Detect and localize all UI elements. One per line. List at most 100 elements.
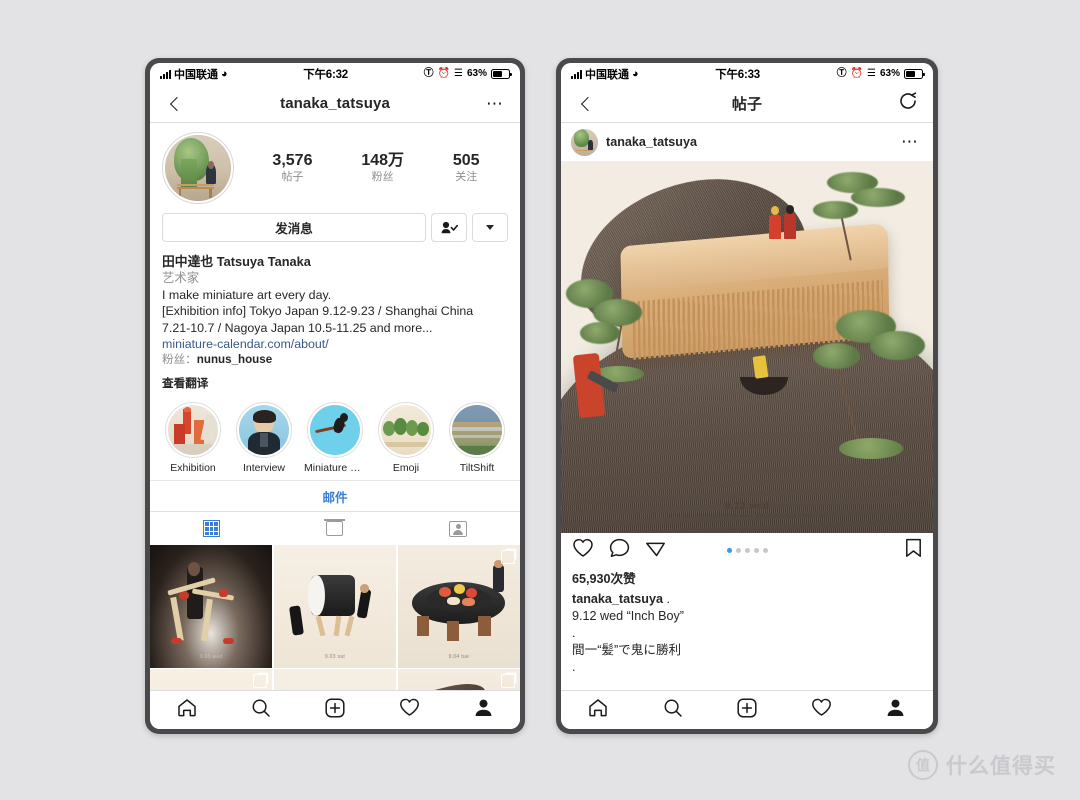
stat-following[interactable]: 505 关注: [453, 151, 480, 185]
tabbar-home[interactable]: [561, 698, 635, 722]
grid-cell[interactable]: 9.03 sat: [273, 545, 397, 668]
right-bottom-tabbar: [561, 690, 933, 729]
artwork-day: wed: [749, 501, 770, 513]
stat-followers[interactable]: 148万 粉丝: [361, 151, 404, 185]
grid-cell[interactable]: [150, 669, 273, 690]
alarm-icon: ⏰: [850, 68, 864, 79]
grid-icon: [203, 520, 221, 538]
profile-bio: 田中達也 Tatsuya Tanaka 艺术家 I make miniature…: [150, 242, 520, 392]
caption-line-1: .: [666, 592, 671, 606]
post-author-avatar[interactable]: [571, 128, 598, 156]
watermark: 值 什么值得买: [908, 750, 1056, 780]
caption-line-2: 9.12 wed “Inch Boy”: [572, 609, 685, 623]
left-bottom-tabbar: [150, 690, 520, 729]
grid-thumbnail-caption: 9.03 sat: [324, 654, 346, 661]
tabbar-profile[interactable]: [446, 698, 520, 722]
right-scroll-body[interactable]: tanaka_tatsuya ⋯ 9.12 wed MINIATURE CALE…: [561, 123, 933, 690]
email-button[interactable]: 邮件: [150, 480, 520, 511]
back-chevron-icon: [169, 96, 184, 111]
bio-line-2: [Exhibition info] Tokyo Japan 9.12-9.23 …: [162, 304, 474, 319]
home-icon: [177, 698, 197, 722]
grid-thumbnail: 9.04 tue: [397, 545, 520, 668]
page-title: 帖子: [731, 96, 763, 113]
tabbar-add-post[interactable]: [298, 697, 372, 723]
tagged-person-icon: [449, 520, 468, 537]
battery-icon: [491, 69, 512, 79]
post-image[interactable]: 9.12 wed MINIATURE CALENDAR www.miniatur…: [561, 161, 933, 533]
highlight-tiltshift[interactable]: TiltShift: [446, 402, 508, 474]
add-post-icon: [325, 697, 345, 723]
highlight-exhibition[interactable]: Exhibition: [162, 402, 224, 474]
caption-line-4: 間一“髪”で鬼に勝利: [572, 643, 682, 657]
artwork-subcaption: MINIATURE CALENDAR www.miniature-calenda…: [670, 513, 824, 519]
refresh-icon: [898, 91, 918, 116]
miniature-artwork: 9.12 wed MINIATURE CALENDAR www.miniatur…: [561, 161, 933, 533]
more-options-button[interactable]: ⋯: [482, 93, 508, 113]
post-header: tanaka_tatsuya ⋯: [561, 123, 933, 161]
bookmark-icon[interactable]: [905, 538, 922, 563]
highlight-interview[interactable]: Interview: [233, 402, 295, 474]
phone-left: 中国联通 ◕ 下午6:32 Ⓣ ⏰ ☰ 63% tanaka_tatsuya ⋯: [145, 58, 525, 734]
highlight-miniature-go[interactable]: Miniature GO: [304, 402, 366, 474]
tabbar-search[interactable]: [224, 698, 298, 723]
profile-avatar[interactable]: [162, 132, 234, 204]
post-more-button[interactable]: ⋯: [897, 132, 923, 151]
ellipsis-icon: ⋯: [901, 132, 919, 151]
carousel-badge-icon: [253, 671, 271, 689]
grid-cell[interactable]: 9.04 tue: [397, 545, 520, 668]
like-heart-icon[interactable]: [572, 538, 594, 563]
profile-website-link[interactable]: miniature-calendar.com/about/: [162, 336, 508, 352]
battery-percent-label: 63%: [466, 68, 487, 79]
left-scroll-body[interactable]: 3,576 帖子 148万 粉丝 505 关注 发消息 田中達也 Tatsuya…: [150, 123, 520, 690]
profile-dropdown-button[interactable]: [472, 213, 508, 242]
tabbar-activity[interactable]: [372, 698, 446, 722]
likes-count[interactable]: 65,930次赞: [561, 567, 933, 587]
send-message-button[interactable]: 发消息: [162, 213, 426, 242]
signal-bars-icon: [571, 69, 582, 79]
wifi-icon: ◕: [221, 67, 228, 80]
tab-tagged[interactable]: [397, 512, 520, 545]
ellipsis-icon: ⋯: [486, 93, 504, 113]
share-icon[interactable]: [645, 538, 666, 563]
tab-grid[interactable]: [150, 512, 273, 545]
stat-posts-value: 3,576: [272, 152, 313, 169]
tabbar-home[interactable]: [150, 698, 224, 722]
tabbar-profile[interactable]: [859, 698, 933, 722]
see-translation-button[interactable]: 查看翻译: [162, 376, 508, 392]
carousel-dot: [753, 547, 759, 553]
highlight-cover-image: [168, 405, 218, 456]
comment-icon[interactable]: [609, 538, 630, 563]
grid-cell[interactable]: [397, 669, 520, 690]
status-time: 下午6:33: [715, 69, 761, 81]
back-button[interactable]: [162, 96, 188, 111]
tabbar-activity[interactable]: [784, 698, 858, 722]
post-author-username[interactable]: tanaka_tatsuya: [606, 135, 889, 149]
grid-thumbnail-caption: 9.04 tue: [448, 654, 470, 661]
followed-by-value[interactable]: nunus_house: [197, 353, 272, 366]
highlight-label: Miniature GO: [304, 462, 366, 475]
activity-heart-icon: [811, 698, 832, 722]
story-highlights: Exhibition Interview Miniature GO Emoji …: [150, 392, 520, 480]
tabbar-add-post[interactable]: [710, 697, 784, 723]
figure-couple-right: [784, 213, 797, 240]
battery-icon: [904, 69, 925, 79]
stat-followers-label: 粉丝: [371, 171, 394, 183]
followed-by-row: 粉丝：nunus_house: [162, 352, 508, 368]
refresh-button[interactable]: [895, 91, 921, 116]
tab-igtv[interactable]: [273, 512, 396, 545]
profile-header: 3,576 帖子 148万 粉丝 505 关注: [150, 123, 520, 204]
tabbar-search[interactable]: [635, 698, 709, 723]
highlight-emoji[interactable]: Emoji: [375, 402, 437, 474]
caption-username[interactable]: tanaka_tatsuya: [572, 592, 663, 606]
highlight-label: TiltShift: [459, 462, 495, 475]
search-icon: [251, 698, 271, 723]
caption-line-5: .: [572, 660, 576, 674]
stat-posts-label: 帖子: [281, 171, 304, 183]
grid-cell[interactable]: [273, 669, 397, 690]
left-screen: 中国联通 ◕ 下午6:32 Ⓣ ⏰ ☰ 63% tanaka_tatsuya ⋯: [150, 63, 520, 729]
stat-posts[interactable]: 3,576 帖子: [272, 151, 312, 185]
profile-stats: 3,576 帖子 148万 粉丝 505 关注: [234, 151, 508, 185]
back-button[interactable]: [573, 96, 599, 111]
grid-cell[interactable]: 9.05 wed: [150, 545, 273, 668]
following-status-button[interactable]: [431, 213, 467, 242]
